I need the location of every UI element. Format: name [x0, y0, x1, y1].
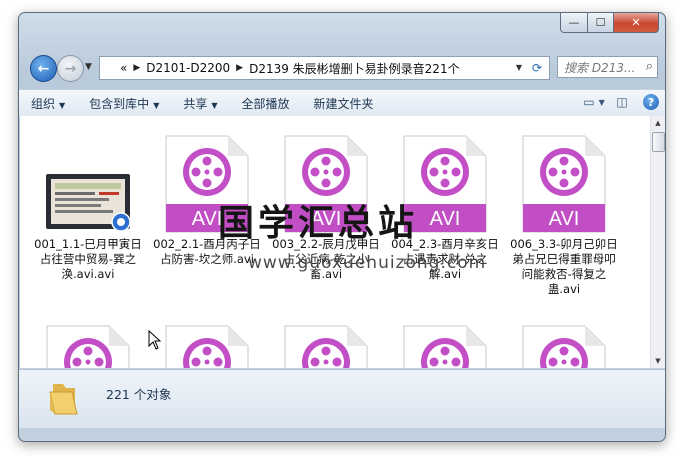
- file-name-label: 002_2.1-酉月丙子日占防害-坎之师.avi: [153, 237, 261, 266]
- search-placeholder: 搜索 D213...: [564, 60, 636, 75]
- breadcrumb-separator-icon[interactable]: ▶: [133, 63, 140, 73]
- close-button[interactable]: ✕: [614, 13, 659, 33]
- chevron-down-icon: ▼: [153, 100, 160, 110]
- breadcrumb-item[interactable]: D2139 朱辰彬增删卜易卦例录音221个: [249, 60, 460, 77]
- forward-button[interactable]: →: [57, 55, 84, 82]
- scroll-down-icon[interactable]: ▼: [651, 354, 665, 368]
- chevron-down-icon: ▼: [598, 97, 605, 107]
- recent-pages-dropdown[interactable]: ▼: [85, 62, 92, 72]
- file-item[interactable]: AVI 006_3.3-卯月己卯日弟占兄巳得重罪母叩问能救否-得复之蛊.avi: [508, 134, 620, 297]
- file-item[interactable]: AVI 002_2.1-酉月丙子日占防害-坎之师.avi: [151, 134, 263, 267]
- video-thumbnail-icon: [46, 174, 131, 232]
- avi-file-icon: AVI: [403, 135, 487, 233]
- file-item[interactable]: AVI: [32, 324, 144, 368]
- avi-file-icon: AVI: [165, 325, 249, 368]
- folder-icon: [49, 384, 78, 415]
- search-icon[interactable]: ⌕: [646, 59, 653, 74]
- item-count-label: 221 个对象: [106, 387, 172, 402]
- breadcrumb-item[interactable]: D2101-D2200: [146, 61, 230, 75]
- search-input[interactable]: 搜索 D213... ⌕: [557, 56, 658, 78]
- avi-file-icon: AVI: [403, 325, 487, 368]
- arrow-left-icon: ←: [37, 60, 50, 77]
- scrollbar-thumb[interactable]: [652, 132, 665, 152]
- maximize-button[interactable]: ☐: [588, 13, 614, 33]
- window-controls: — ☐ ✕: [560, 13, 659, 33]
- scroll-up-icon[interactable]: ▲: [651, 116, 665, 130]
- avi-file-icon: AVI: [284, 135, 368, 233]
- new-folder-button[interactable]: 新建文件夹: [302, 95, 386, 112]
- avi-file-icon: AVI: [46, 325, 130, 368]
- include-in-library-menu[interactable]: 包含到库中 ▼: [77, 95, 171, 112]
- minimize-button[interactable]: —: [560, 13, 588, 33]
- arrow-right-icon: →: [64, 60, 77, 77]
- file-item[interactable]: AVI: [389, 324, 501, 368]
- address-dropdown-icon[interactable]: ▼: [516, 63, 522, 72]
- avi-label: AVI: [430, 208, 461, 230]
- details-pane: 221 个对象: [19, 369, 665, 428]
- avi-file-icon: AVI: [284, 325, 368, 368]
- file-name-label: 001_1.1-巳月甲寅日占往营中贸易-巽之涣.avi.avi: [34, 237, 142, 281]
- file-list: 001_1.1-巳月甲寅日占往营中贸易-巽之涣.avi.avi AVI 002_2.…: [20, 116, 650, 368]
- help-icon[interactable]: ?: [643, 94, 659, 110]
- back-button[interactable]: ←: [30, 55, 57, 82]
- file-item[interactable]: AVI: [151, 324, 263, 368]
- refresh-button[interactable]: ⟳: [525, 56, 550, 80]
- address-bar[interactable]: « ▶ D2101-D2200 ▶ D2139 朱辰彬增删卜易卦例录音221个 …: [99, 56, 527, 80]
- avi-file-icon: AVI: [522, 325, 606, 368]
- file-name-label: 003_2.2-辰月戊申日占父近病-乾之小畜.avi: [272, 237, 380, 281]
- file-item[interactable]: AVI: [508, 324, 620, 368]
- chevron-down-icon: ▼: [211, 100, 218, 110]
- breadcrumb-overflow[interactable]: «: [120, 61, 127, 75]
- file-name-label: 006_3.3-卯月己卯日弟占兄巳得重罪母叩问能救否-得复之蛊.avi: [510, 237, 618, 296]
- breadcrumb-separator-icon[interactable]: ▶: [236, 63, 243, 73]
- change-view-button[interactable]: ▭ ▼: [583, 93, 605, 111]
- file-item[interactable]: 001_1.1-巳月甲寅日占往营中贸易-巽之涣.avi.avi: [32, 134, 144, 282]
- avi-label: AVI: [549, 208, 580, 230]
- chevron-down-icon: ▼: [59, 100, 66, 110]
- file-item[interactable]: AVI 004_2.3-酉月辛亥日占遇责求财-兑之解.avi: [389, 134, 501, 282]
- share-menu[interactable]: 共享 ▼: [171, 95, 229, 112]
- preview-pane-icon: ◫: [616, 95, 628, 109]
- view-icon: ▭: [583, 95, 595, 109]
- preview-pane-button[interactable]: ◫: [611, 93, 633, 111]
- play-all-button[interactable]: 全部播放: [230, 95, 302, 112]
- vertical-scrollbar[interactable]: ▲ ▼: [650, 116, 665, 368]
- navigation-bar: ← → ▼ « ▶ D2101-D2200 ▶ D2139 朱辰彬增删卜易卦例录…: [19, 53, 665, 83]
- file-item[interactable]: AVI: [270, 324, 382, 368]
- avi-label: AVI: [192, 208, 223, 230]
- avi-file-icon: AVI: [165, 135, 249, 233]
- file-name-label: 004_2.3-酉月辛亥日占遇责求财-兑之解.avi: [391, 237, 499, 281]
- file-item[interactable]: AVI 003_2.2-辰月戊申日占父近病-乾之小畜.avi: [270, 134, 382, 282]
- refresh-icon: ⟳: [531, 61, 543, 75]
- organize-menu[interactable]: 组织 ▼: [19, 95, 77, 112]
- explorer-window: — ☐ ✕ ← → ▼ « ▶ D2101-D2200 ▶ D2139 朱辰彬增…: [18, 12, 666, 442]
- avi-file-icon: AVI: [522, 135, 606, 233]
- mouse-pointer-icon: [148, 330, 162, 350]
- command-toolbar: 组织 ▼ 包含到库中 ▼ 共享 ▼ 全部播放 新建文件夹 ▭ ▼ ◫ ?: [19, 89, 665, 117]
- avi-label: AVI: [311, 208, 342, 230]
